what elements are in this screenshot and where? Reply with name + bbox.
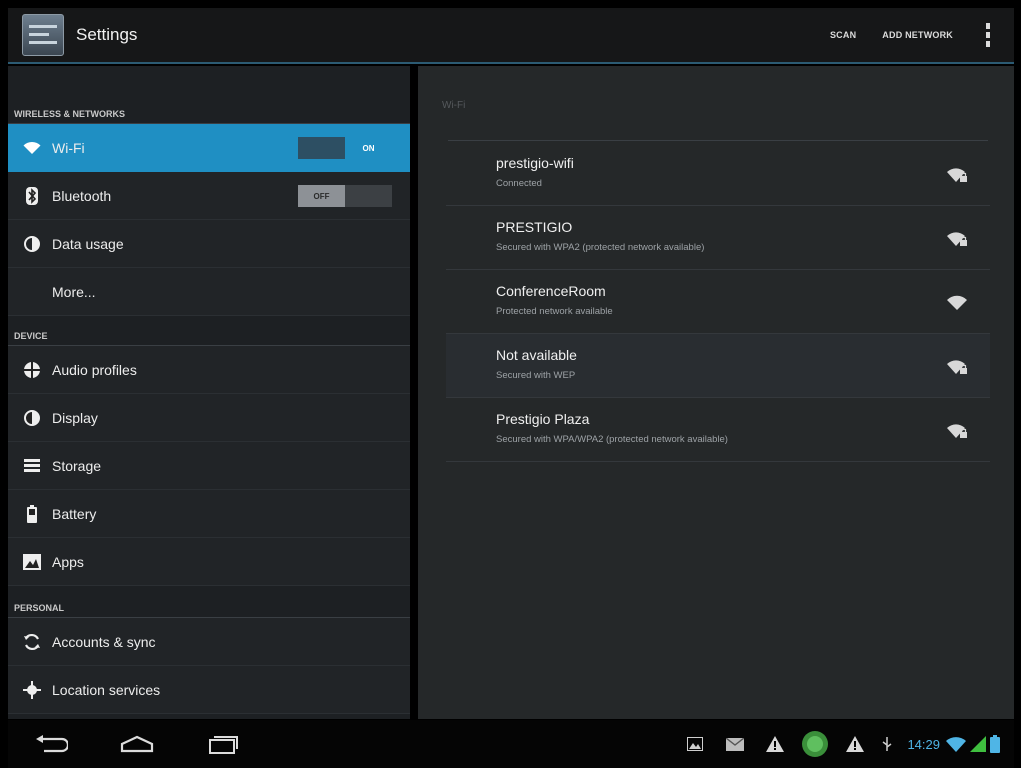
app-badge-icon[interactable] [795,720,835,768]
system-bar: 14:29 [8,720,1014,768]
sidebar-item-accounts-sync[interactable]: Accounts & sync [8,618,410,666]
toggle-state: OFF [298,185,345,207]
section-header-personal: PERSONAL [8,586,410,618]
recent-apps-icon [209,736,238,754]
usb-icon[interactable] [875,720,899,768]
apps-icon [14,553,50,570]
gallery-notification-icon[interactable] [675,720,715,768]
audio-profiles-icon [14,361,50,378]
wifi-status-icon [946,736,966,752]
network-item[interactable]: Prestigio Plaza Secured with WPA/WPA2 (p… [446,398,990,462]
settings-app-icon[interactable] [22,14,64,56]
sidebar-item-label: Wi-Fi [52,139,85,156]
sidebar-item-audio-profiles[interactable]: Audio profiles [8,346,410,394]
network-name: Not available [496,347,577,363]
add-network-button[interactable]: ADD NETWORK [869,30,966,40]
wifi-signal-icon [947,295,967,310]
page-title: Settings [76,25,138,44]
sidebar-item-battery[interactable]: Battery [8,490,410,538]
scan-button[interactable]: SCAN [817,30,869,40]
bluetooth-toggle[interactable]: OFF [298,185,392,207]
sidebar-item-label: Battery [52,505,97,522]
location-icon [14,680,50,699]
network-status: Secured with WEP [496,370,576,381]
storage-icon [14,458,50,473]
warning-icon[interactable] [835,720,875,768]
overflow-menu-icon[interactable] [978,20,998,50]
cell-signal-icon [970,736,986,752]
network-name: ConferenceRoom [496,283,606,299]
sidebar-item-bluetooth[interactable]: Bluetooth OFF [8,172,410,220]
sidebar-item-storage[interactable]: Storage [8,442,410,490]
status-clock[interactable]: 14:29 [907,737,940,752]
wifi-signal-locked-icon [947,360,967,374]
network-status: Secured with WPA2 (protected network ava… [496,242,705,253]
toggle-state: ON [345,137,392,159]
wifi-signal-locked-icon [947,424,967,438]
sidebar-item-label: Location services [52,681,161,698]
section-header-device: DEVICE [8,316,410,346]
sidebar-item-data-usage[interactable]: Data usage [8,220,410,268]
network-item[interactable]: PRESTIGIO Secured with WPA2 (protected n… [446,206,990,270]
sidebar-item-display[interactable]: Display [8,394,410,442]
battery-icon [14,504,50,523]
panel-header: Wi-Fi [442,100,466,111]
settings-sidebar: WIRELESS & NETWORKS Wi-Fi ON Bluetooth O… [8,66,410,719]
network-status: Protected network available [496,306,613,317]
data-usage-icon [14,235,50,252]
battery-status-icon [990,735,1000,753]
sidebar-item-apps[interactable]: Apps [8,538,410,586]
network-name: Prestigio Plaza [496,411,590,427]
network-item[interactable]: prestigio-wifi Connected [446,142,990,206]
sidebar-item-wifi[interactable]: Wi-Fi ON [8,124,410,172]
recent-apps-button[interactable] [180,720,266,768]
action-bar: Settings SCAN ADD NETWORK [8,8,1014,64]
network-list: prestigio-wifi Connected PRESTIGIO Secur… [446,142,990,462]
home-button[interactable] [94,720,180,768]
wifi-icon [14,141,50,155]
home-icon [120,735,154,753]
sidebar-item-label: Apps [52,553,84,570]
sidebar-item-location-services[interactable]: Location services [8,666,410,714]
network-status: Secured with WPA/WPA2 (protected network… [496,434,728,445]
wifi-networks-panel: Wi-Fi prestigio-wifi Connected PRESTIGIO… [418,66,1014,719]
sidebar-item-label: Bluetooth [52,187,112,204]
sidebar-item-label: Display [52,409,98,426]
wifi-signal-locked-icon [947,232,967,246]
sidebar-item-label: Accounts & sync [52,633,156,650]
network-name: PRESTIGIO [496,219,573,235]
sync-icon [14,633,50,651]
sidebar-item-label: Data usage [52,235,124,252]
display-icon [14,409,50,426]
network-item[interactable]: ConferenceRoom Protected network availab… [446,270,990,334]
warning-icon[interactable] [755,720,795,768]
sidebar-item-label: More... [52,283,96,300]
sidebar-item-more[interactable]: More... [8,268,410,316]
network-item[interactable]: Not available Secured with WEP [446,334,990,398]
network-name: prestigio-wifi [496,155,574,171]
wifi-signal-locked-icon [947,168,967,182]
sidebar-item-label: Audio profiles [52,361,137,378]
bluetooth-icon [14,186,50,205]
back-icon [36,735,68,753]
mail-notification-icon[interactable] [715,720,755,768]
section-header-wireless: WIRELESS & NETWORKS [8,66,410,124]
wifi-toggle[interactable]: ON [298,137,392,159]
sidebar-item-label: Storage [52,457,102,474]
network-status: Connected [496,178,542,189]
back-button[interactable] [8,720,94,768]
